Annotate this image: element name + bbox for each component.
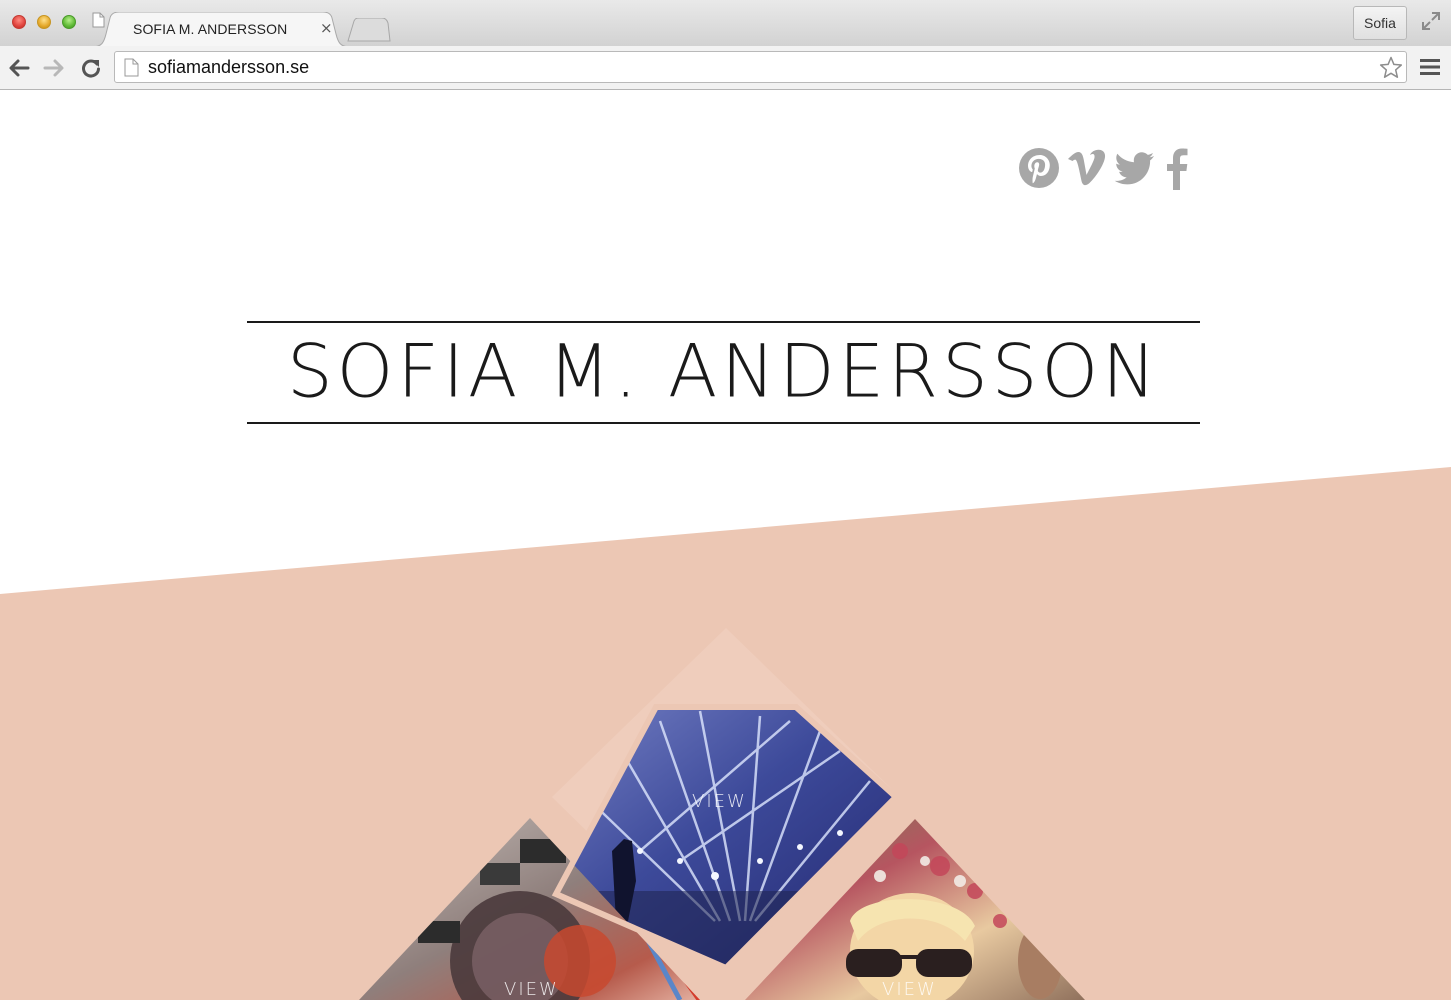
- tab-title: SOFIA M. ANDERSSON: [133, 21, 288, 37]
- tab-close-icon[interactable]: ×: [320, 19, 333, 37]
- page-icon: [92, 12, 105, 28]
- back-arrow-icon[interactable]: [8, 57, 30, 79]
- browser-toolbar: sofiamandersson.se: [0, 46, 1451, 90]
- browser-titlebar: SOFIA M. ANDERSSON × Sofia: [0, 0, 1451, 48]
- address-bar[interactable]: sofiamandersson.se: [114, 51, 1407, 83]
- minimize-window-button[interactable]: [37, 15, 51, 29]
- menu-icon[interactable]: [1420, 58, 1440, 76]
- view-link-concert[interactable]: VIEW: [692, 791, 747, 812]
- fullscreen-icon[interactable]: [1421, 11, 1441, 31]
- page-icon: [124, 58, 139, 77]
- portfolio-diamond-grid: [359, 628, 1085, 1000]
- bookmark-star-icon[interactable]: [1379, 56, 1403, 80]
- zoom-window-button[interactable]: [62, 15, 76, 29]
- reload-icon[interactable]: [80, 57, 102, 79]
- browser-tab-active[interactable]: SOFIA M. ANDERSSON ×: [92, 12, 350, 48]
- url-text: sofiamandersson.se: [148, 57, 310, 77]
- new-tab-button[interactable]: [346, 18, 392, 42]
- view-link-festival[interactable]: VIEW: [882, 979, 937, 1000]
- view-link-records[interactable]: VIEW: [504, 979, 559, 1000]
- profile-button[interactable]: Sofia: [1353, 6, 1407, 40]
- web-page: SOFIA M. ANDERSSON VIEW VIEW VIEW: [0, 91, 1451, 1000]
- close-window-button[interactable]: [12, 15, 26, 29]
- forward-arrow-icon[interactable]: [43, 57, 65, 79]
